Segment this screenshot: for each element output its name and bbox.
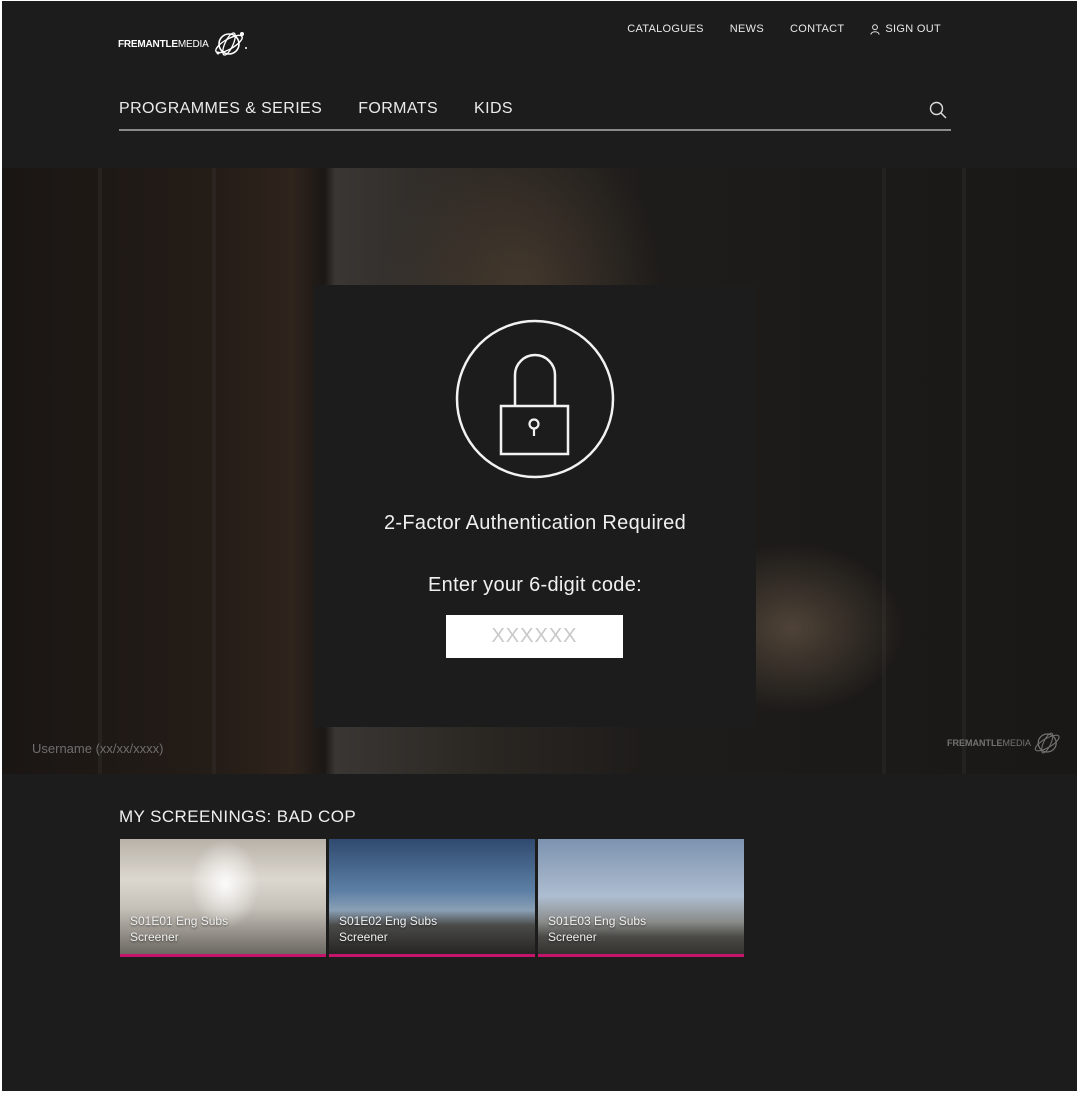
two-factor-modal: 2-Factor Authentication Required Enter y… [314,285,756,727]
hero-backdrop-line [962,168,966,774]
screening-tile[interactable]: S01E03 Eng Subs Screener [538,839,744,957]
modal-title: 2-Factor Authentication Required [384,512,686,534]
top-nav: CATALOGUES NEWS CONTACT SIGN OUT [627,23,941,35]
nav-divider [119,129,951,131]
modal-prompt: Enter your 6-digit code: [428,574,642,596]
screening-caption: S01E01 Eng Subs Screener [130,913,228,945]
hero-video-frame: Username (xx/xx/xxxx) FREMANTLE MEDIA 2-F… [2,168,1077,774]
screenings-list: S01E01 Eng Subs Screener S01E02 Eng Subs… [120,839,744,957]
verification-code-input[interactable] [446,615,623,658]
watermark-logo-bold: FREMANTLE [946,738,1003,748]
screening-tile[interactable]: S01E01 Eng Subs Screener [120,839,326,957]
page: FREMANTLE MEDIA CATALOGUES NEWS CONTACT S… [2,1,1077,1091]
screening-caption: S01E02 Eng Subs Screener [339,913,437,945]
screening-episode: S01E03 Eng Subs [548,914,647,928]
sign-out-label: SIGN OUT [885,23,941,35]
nav-link-contact[interactable]: CONTACT [790,23,844,35]
watermark-logo-light: MEDIA [1002,738,1031,748]
nav-link-news[interactable]: NEWS [730,23,764,35]
hero-backdrop-line [212,168,216,774]
screening-tile[interactable]: S01E02 Eng Subs Screener [329,839,535,957]
username-watermark: Username (xx/xx/xxxx) [32,741,164,756]
fremantlemedia-logo[interactable]: FREMANTLE MEDIA [118,28,251,60]
nav-kids[interactable]: KIDS [474,100,513,118]
screening-type: Screener [339,930,388,944]
hero-backdrop-line [882,168,886,774]
nav-programmes-series[interactable]: PROGRAMMES & SERIES [119,100,322,118]
globe-logo-icon [214,32,247,56]
nav-formats[interactable]: FORMATS [358,100,438,118]
screening-caption: S01E03 Eng Subs Screener [548,913,646,945]
search-button[interactable] [929,101,947,124]
globe-logo-icon [1034,732,1060,754]
hero-watermark-logo: FREMANTLE MEDIA [947,728,1067,758]
sign-out-link[interactable]: SIGN OUT [870,23,941,35]
search-icon [929,101,947,119]
logo-text-bold: FREMANTLE [118,38,178,50]
screenings-title: MY SCREENINGS: BAD COP [119,807,357,826]
hero-backdrop-line [98,168,102,774]
screening-type: Screener [548,930,597,944]
main-nav: PROGRAMMES & SERIES FORMATS KIDS [119,100,513,118]
screening-type: Screener [130,930,179,944]
nav-link-catalogues[interactable]: CATALOGUES [627,23,704,35]
logo-text-light: MEDIA [177,38,209,50]
user-icon [870,23,881,35]
screening-episode: S01E02 Eng Subs [339,914,438,928]
lock-icon [455,319,615,479]
screening-episode: S01E01 Eng Subs [130,914,229,928]
